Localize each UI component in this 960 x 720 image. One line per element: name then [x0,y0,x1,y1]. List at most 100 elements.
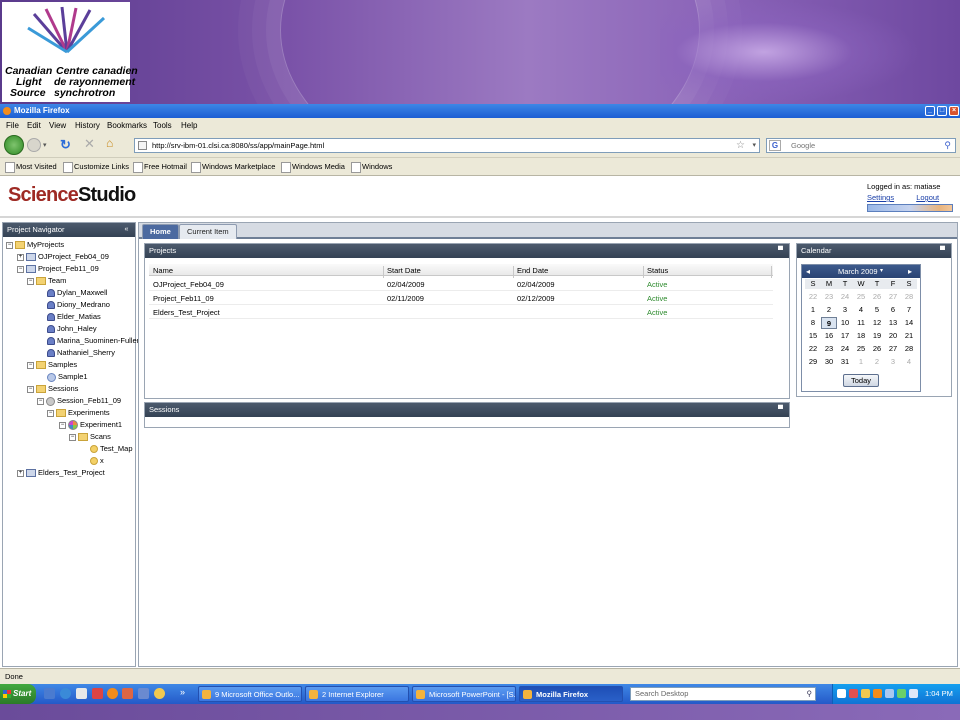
calendar-day[interactable]: 26 [869,343,885,355]
quicklaunch-acrobat-icon[interactable] [92,688,103,699]
menu-history[interactable]: History [75,121,100,130]
tray-messenger-icon[interactable] [861,689,870,698]
tray-volume-icon[interactable] [897,689,906,698]
google-engine-icon[interactable]: G [769,140,781,151]
taskbar-outlook[interactable]: 9 Microsoft Office Outlo... [198,686,302,702]
calendar-day[interactable]: 13 [885,317,901,329]
bookmark-windows[interactable]: Windows [351,162,392,173]
tree-node-member[interactable]: Diony_Medrano [47,299,110,310]
tree-node-samples[interactable]: − Samples [27,359,77,370]
calendar-day[interactable]: 27 [885,291,901,303]
column-header-name[interactable]: Name [153,266,173,275]
calendar-day[interactable]: 2 [821,304,837,316]
search-go-icon[interactable]: ⚲ [944,139,951,152]
tree-node-test-map[interactable]: Test_Map [90,443,133,454]
tree-node-x[interactable]: x [90,455,104,466]
tree-node-member[interactable]: John_Haley [47,323,97,334]
tray-chevron-icon[interactable] [837,689,846,698]
url-dropdown-icon[interactable]: ▾ [752,139,756,152]
calendar-day[interactable]: 19 [869,330,885,342]
calendar-day[interactable]: 22 [805,343,821,355]
maximize-button[interactable]: □ [937,106,947,116]
tray-update-icon[interactable] [873,689,882,698]
tray-network-icon[interactable] [885,689,894,698]
tray-security-icon[interactable] [849,689,858,698]
menu-tools[interactable]: Tools [153,121,172,130]
tree-node-myprojects[interactable]: − MyProjects [6,239,64,250]
calendar-day[interactable]: 11 [853,317,869,329]
bookmark-windows-marketplace[interactable]: Windows Marketplace [191,162,275,173]
calendar-day[interactable]: 18 [853,330,869,342]
calendar-day[interactable]: 24 [837,343,853,355]
month-dropdown-icon[interactable]: ▾ [880,265,883,278]
calendar-day[interactable]: 3 [837,304,853,316]
quicklaunch-outlook-icon[interactable] [76,688,87,699]
minimize-button[interactable]: _ [925,106,935,116]
menu-bookmarks[interactable]: Bookmarks [107,121,147,130]
calendar-day[interactable]: 14 [901,317,917,329]
calendar-day[interactable]: 25 [853,343,869,355]
quicklaunch-messenger-icon[interactable] [154,688,165,699]
quicklaunch-desktop-icon[interactable] [44,688,55,699]
sessions-panel-toggle-icon[interactable]: ▀ [776,406,785,414]
taskbar-clock[interactable]: 1:04 PM [925,689,953,698]
settings-link[interactable]: Settings [867,193,894,202]
calendar-day[interactable]: 27 [885,343,901,355]
calendar-day[interactable]: 12 [869,317,885,329]
taskbar-firefox[interactable]: Mozilla Firefox [519,686,623,702]
back-button[interactable] [4,135,24,155]
tree-node-scans[interactable]: − Scans [69,431,111,442]
table-row[interactable]: Project_Feb11_09 02/11/2009 02/12/2009 A… [149,291,773,305]
reload-icon[interactable]: ↻ [60,137,71,153]
calendar-day[interactable]: 20 [885,330,901,342]
calendar-day[interactable]: 7 [901,304,917,316]
calendar-day[interactable]: 2 [869,356,885,368]
close-button[interactable]: × [949,106,959,116]
bookmark-customize-links[interactable]: Customize Links [63,162,129,173]
column-header-end-date[interactable]: End Date [517,266,548,275]
calendar-day[interactable]: 25 [853,291,869,303]
tab-current-item[interactable]: Current Item [179,224,237,239]
calendar-day[interactable]: 1 [805,304,821,316]
tree-node-member[interactable]: Dylan_Maxwell [47,287,107,298]
today-button[interactable]: Today [843,374,879,387]
logout-link[interactable]: Logout [916,193,939,202]
desktop-search-input[interactable]: Search Desktop ⚲ [630,687,816,701]
calendar-day[interactable]: 22 [805,291,821,303]
menu-view[interactable]: View [49,121,66,130]
taskbar-powerpoint[interactable]: Microsoft PowerPoint - [S... [412,686,516,702]
quicklaunch-overflow-icon[interactable]: » [180,687,185,697]
calendar-day[interactable]: 3 [885,356,901,368]
calendar-day[interactable]: 23 [821,343,837,355]
tree-node-experiment1[interactable]: − Experiment1 [59,419,122,431]
tree-node-elders-test[interactable]: + Elders_Test_Project [17,467,105,478]
column-header-start-date[interactable]: Start Date [387,266,421,275]
tree-node-sample1[interactable]: Sample1 [47,371,88,382]
calendar-day[interactable]: 16 [821,330,837,342]
calendar-day[interactable]: 28 [901,343,917,355]
calendar-day[interactable]: 26 [869,291,885,303]
menu-help[interactable]: Help [181,121,197,130]
tab-home[interactable]: Home [142,224,179,239]
calendar-day[interactable]: 4 [901,356,917,368]
history-dropdown-icon[interactable]: ▾ [43,141,47,149]
table-row[interactable]: Elders_Test_Project Active [149,305,773,319]
calendar-day[interactable]: 17 [837,330,853,342]
forward-button[interactable] [27,138,41,152]
tree-node-session-feb11[interactable]: − Session_Feb11_09 [37,395,121,406]
start-button[interactable]: Start [0,684,36,704]
quicklaunch-window-icon[interactable] [138,688,149,699]
tree-node-ojproject[interactable]: + OJProject_Feb04_09 [17,251,109,262]
menu-edit[interactable]: Edit [27,121,41,130]
projects-panel-toggle-icon[interactable]: ▀ [776,247,785,255]
quicklaunch-ie-icon[interactable] [60,688,71,699]
table-row[interactable]: OJProject_Feb04_09 02/04/2009 02/04/2009… [149,277,773,291]
calendar-day[interactable]: 30 [821,356,837,368]
calendar-day[interactable]: 4 [853,304,869,316]
collapse-navigator-icon[interactable]: « [122,226,131,234]
column-header-status[interactable]: Status [647,266,668,275]
calendar-day[interactable]: 10 [837,317,853,329]
calendar-day[interactable]: 31 [837,356,853,368]
tree-node-experiments[interactable]: − Experiments [47,407,110,418]
bookmark-most-visited[interactable]: Most Visited [5,162,57,173]
